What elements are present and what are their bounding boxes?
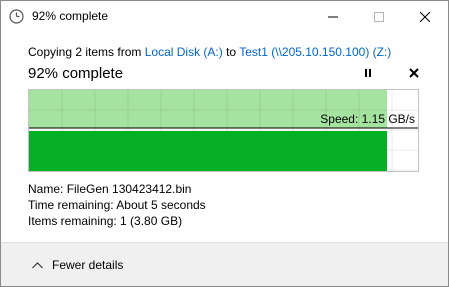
maximize-icon	[374, 11, 384, 22]
speed-graph: Speed: 1.15 GB/s	[28, 89, 419, 172]
cancel-button[interactable]	[406, 65, 422, 81]
name-value: FileGen 130423412.bin	[66, 182, 192, 196]
copy-description: Copying 2 items from Local Disk (A:) to …	[28, 45, 391, 59]
progress-fill	[29, 131, 387, 171]
detail-row-time: Time remaining: About 5 seconds	[28, 197, 206, 213]
minimize-icon	[328, 16, 338, 17]
pause-icon	[365, 69, 371, 77]
close-icon	[420, 11, 430, 22]
pause-button[interactable]	[360, 65, 376, 81]
percent-complete-heading: 92% complete	[28, 65, 124, 82]
minimize-button[interactable]	[310, 1, 356, 32]
detail-row-items: Items remaining: 1 (3.80 GB)	[28, 213, 206, 229]
transfer-details: Name: FileGen 130423412.bin Time remaini…	[28, 181, 206, 229]
to-word: to	[222, 45, 240, 59]
close-button[interactable]	[402, 1, 448, 32]
time-label: Time remaining:	[28, 198, 114, 212]
maximize-button[interactable]	[356, 1, 402, 32]
destination-link[interactable]: Test1 (\\205.10.150.100) (Z:)	[239, 45, 391, 59]
title-bar[interactable]: 92% complete	[1, 1, 448, 32]
time-value: About 5 seconds	[116, 198, 206, 212]
fewer-details-button[interactable]: Fewer details	[32, 258, 123, 272]
fewer-details-label: Fewer details	[52, 258, 124, 272]
items-value: 1 (3.80 GB)	[120, 214, 183, 228]
window-title: 92% complete	[32, 9, 109, 23]
copy-progress-window: 92% complete Copying 2 items from Local …	[0, 0, 449, 287]
speed-label: Speed: 1.15 GB/s	[320, 112, 415, 126]
source-link[interactable]: Local Disk (A:)	[145, 45, 223, 59]
clock-icon	[9, 9, 24, 24]
copy-prefix: Copying 2 items from	[28, 45, 145, 59]
detail-row-name: Name: FileGen 130423412.bin	[28, 181, 206, 197]
chevron-up-icon	[32, 261, 43, 268]
cancel-icon	[409, 68, 419, 78]
name-label: Name:	[28, 182, 64, 196]
graph-canvas	[29, 90, 418, 171]
items-label: Items remaining:	[28, 214, 117, 228]
